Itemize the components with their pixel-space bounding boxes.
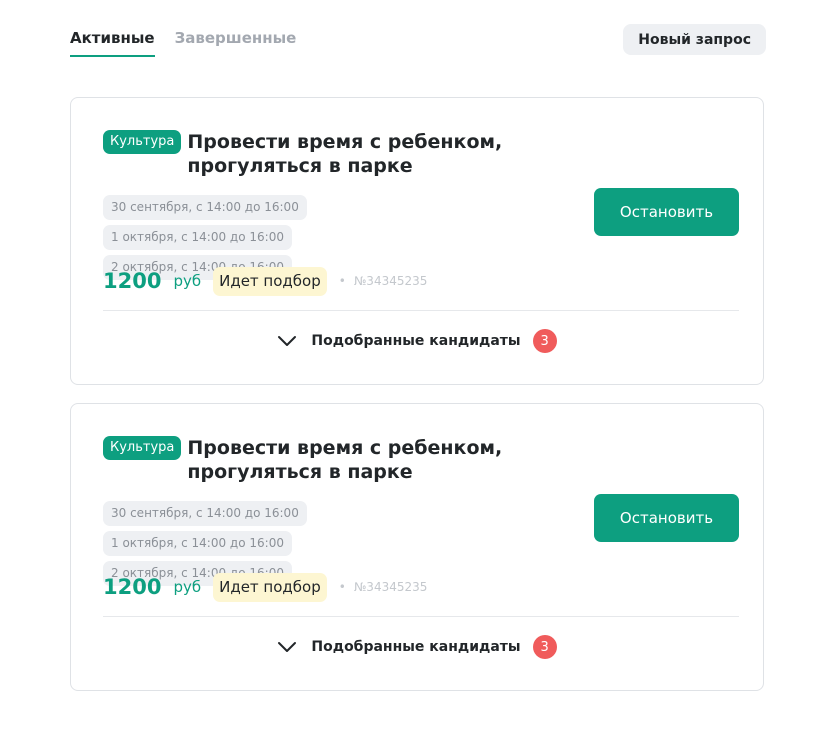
request-number: №34345235	[353, 580, 428, 594]
request-title: Провести время с ребенком, прогуляться в…	[187, 437, 503, 483]
date-chip: 1 октября, с 14:00 до 16:00	[103, 225, 292, 250]
request-header: Культура Провести время с ребенком, прог…	[103, 130, 517, 178]
price-row: 1200 руб Идет подбор • №34345235	[103, 572, 427, 602]
stop-button[interactable]: Остановить	[594, 494, 739, 542]
candidates-count-badge: 3	[532, 635, 557, 659]
price-value: 1200	[103, 575, 162, 599]
candidates-count-badge: 3	[532, 329, 557, 353]
separator-dot: •	[338, 274, 346, 288]
request-title: Провести время с ребенком, прогуляться в…	[187, 131, 503, 177]
divider	[103, 310, 739, 311]
candidates-toggle[interactable]: Подобранные кандидаты 3	[71, 326, 763, 356]
price-currency: руб	[173, 578, 202, 596]
divider	[103, 616, 739, 617]
tab-completed[interactable]: Завершенные	[175, 28, 297, 57]
request-header: Культура Провести время с ребенком, прог…	[103, 436, 517, 484]
date-chip: 30 сентября, с 14:00 до 16:00	[103, 501, 307, 526]
price-currency: руб	[173, 272, 202, 290]
price-row: 1200 руб Идет подбор • №34345235	[103, 266, 427, 296]
candidates-label: Подобранные кандидаты	[311, 639, 521, 655]
tab-active[interactable]: Активные	[70, 28, 155, 57]
chevron-down-icon	[277, 334, 297, 348]
status-badge: Идет подбор	[213, 266, 327, 296]
candidates-label: Подобранные кандидаты	[311, 333, 521, 349]
category-badge: Культура	[103, 130, 182, 154]
request-number: №34345235	[353, 274, 428, 288]
tabs: Активные Завершенные	[70, 28, 296, 57]
requests-page: Активные Завершенные Новый запрос Культу…	[0, 0, 838, 730]
request-card: Культура Провести время с ребенком, прог…	[70, 403, 764, 691]
candidates-toggle[interactable]: Подобранные кандидаты 3	[71, 632, 763, 662]
separator-dot: •	[338, 580, 346, 594]
price-value: 1200	[103, 269, 162, 293]
stop-button[interactable]: Остановить	[594, 188, 739, 236]
chevron-down-icon	[277, 640, 297, 654]
new-request-button[interactable]: Новый запрос	[623, 24, 766, 55]
date-chip: 1 октября, с 14:00 до 16:00	[103, 531, 292, 556]
date-chip: 30 сентября, с 14:00 до 16:00	[103, 195, 307, 220]
category-badge: Культура	[103, 436, 182, 460]
request-card: Культура Провести время с ребенком, прог…	[70, 97, 764, 385]
status-badge: Идет подбор	[213, 572, 327, 602]
